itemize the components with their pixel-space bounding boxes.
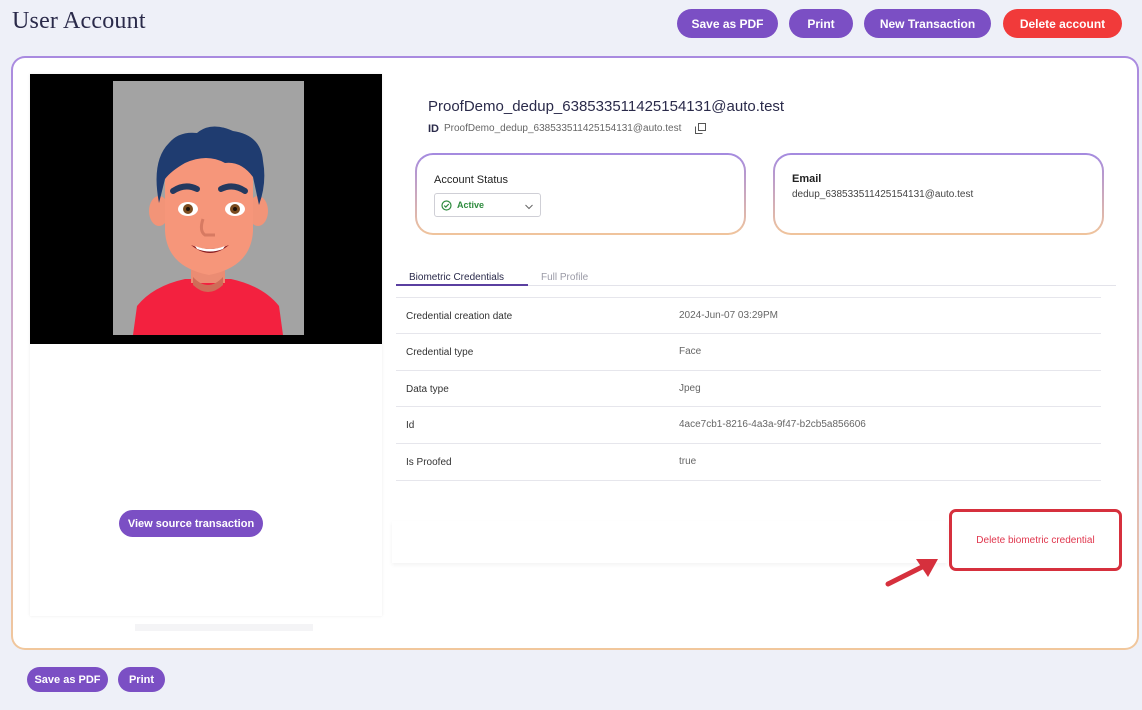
- face-image-frame: [30, 74, 382, 344]
- footer-save-as-pdf-button[interactable]: Save as PDF: [27, 667, 108, 692]
- face-image: [113, 81, 304, 335]
- table-row: Id 4ace7cb1-8216-4a3a-9f47-b2cb5a856606: [396, 406, 1101, 443]
- email-card: Email dedup_638533511425154131@auto.test: [773, 153, 1104, 235]
- check-circle-icon: [441, 199, 452, 211]
- table-row: Data type Jpeg: [396, 370, 1101, 407]
- active-tab-indicator: [396, 284, 528, 286]
- credential-value: Jpeg: [679, 383, 701, 394]
- panel-divider: [135, 624, 313, 631]
- credential-key: Is Proofed: [406, 457, 452, 468]
- account-status-value: Active: [457, 200, 485, 210]
- credential-key: Credential creation date: [406, 311, 513, 322]
- view-source-transaction-button[interactable]: View source transaction: [119, 510, 263, 537]
- tab-biometric-credentials[interactable]: Biometric Credentials: [409, 272, 504, 283]
- credential-key: Data type: [406, 384, 449, 395]
- table-row: Credential type Face: [396, 333, 1101, 370]
- credential-value: Face: [679, 346, 702, 357]
- credential-value: 2024-Jun-07 03:29PM: [679, 310, 778, 321]
- page-title: User Account: [12, 8, 146, 34]
- save-as-pdf-button[interactable]: Save as PDF: [677, 9, 778, 38]
- copy-icon[interactable]: [695, 121, 706, 134]
- account-status-card: Account Status Active: [415, 153, 746, 235]
- email-value: dedup_638533511425154131@auto.test: [792, 189, 974, 200]
- account-id-value: ProofDemo_dedup_638533511425154131@auto.…: [444, 123, 682, 134]
- account-status-label: Account Status: [434, 174, 508, 186]
- red-arrow-icon: [884, 556, 942, 588]
- print-button[interactable]: Print: [789, 9, 853, 38]
- credential-value: true: [679, 456, 697, 467]
- delete-biometric-credential-button[interactable]: Delete biometric credential: [949, 509, 1122, 571]
- account-id-label: ID: [428, 123, 439, 135]
- email-label: Email: [792, 173, 822, 185]
- chevron-down-icon: [525, 202, 533, 210]
- table-row: Is Proofed true: [396, 443, 1101, 481]
- credential-key: Id: [406, 420, 415, 431]
- credential-value: 4ace7cb1-8216-4a3a-9f47-b2cb5a856606: [679, 419, 866, 430]
- new-transaction-button[interactable]: New Transaction: [864, 9, 991, 38]
- table-row: Credential creation date 2024-Jun-07 03:…: [396, 297, 1101, 334]
- footer-print-button[interactable]: Print: [118, 667, 165, 692]
- tab-divider: [528, 285, 1116, 286]
- account-status-select[interactable]: Active: [434, 193, 541, 217]
- delete-account-button[interactable]: Delete account: [1003, 9, 1122, 38]
- actions-strip: [392, 521, 947, 563]
- tab-full-profile[interactable]: Full Profile: [541, 272, 588, 283]
- credential-key: Credential type: [406, 347, 474, 358]
- account-name: ProofDemo_dedup_638533511425154131@auto.…: [428, 98, 785, 115]
